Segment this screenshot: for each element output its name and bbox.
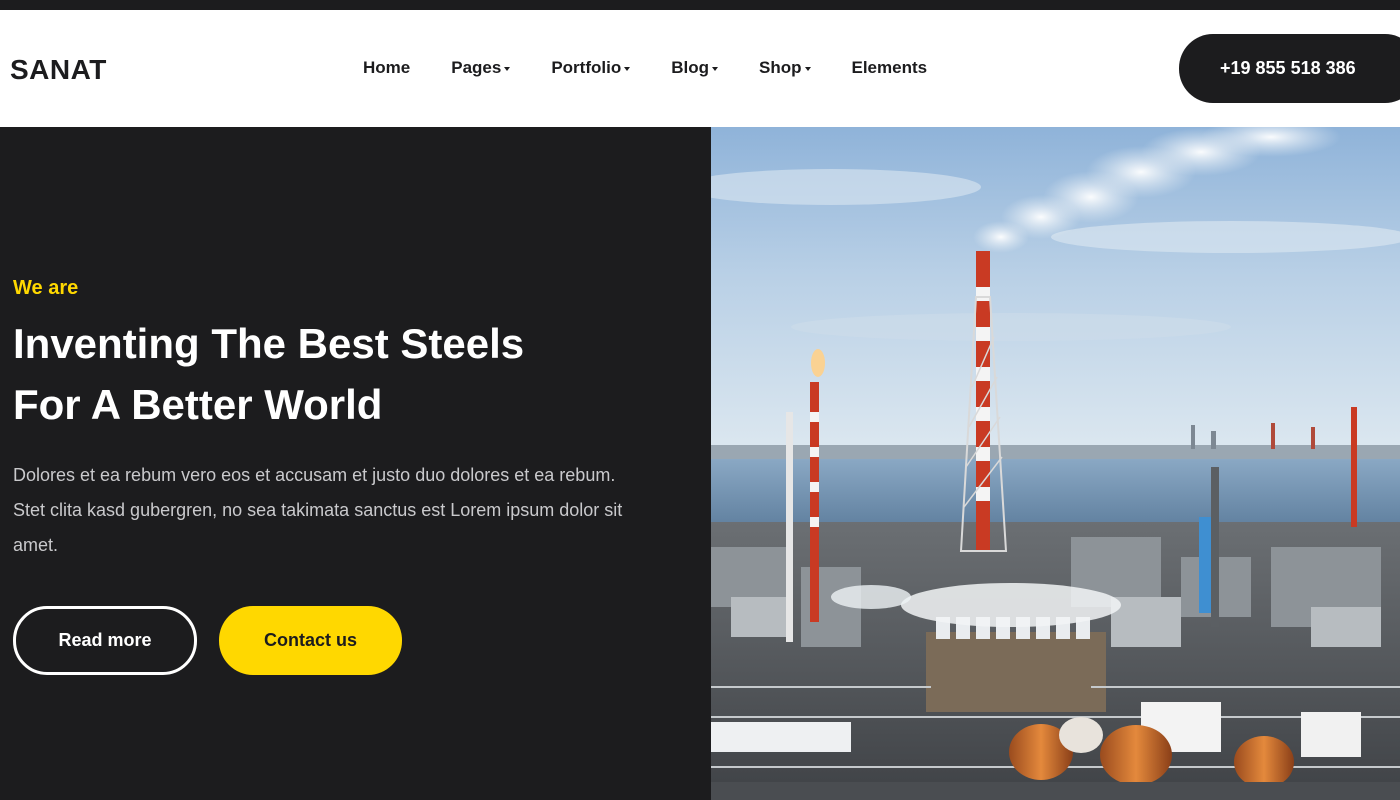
hero-section: We are Inventing The Best Steels For A B… (0, 127, 711, 800)
site-header: SANAT Home Pages Portfolio Blog Shop Ele… (0, 10, 1400, 127)
nav-item-label: Home (363, 58, 411, 77)
industrial-refinery-photo (711, 127, 1400, 800)
nav-item-label: Elements (851, 58, 928, 77)
hero-eyebrow: We are (13, 277, 79, 299)
chevron-down-icon (624, 67, 631, 71)
nav-item-portfolio[interactable]: Portfolio (551, 58, 631, 78)
chevron-down-icon (712, 67, 718, 71)
site-logo[interactable]: SANAT (10, 54, 107, 86)
hero-headline-line-2: For A Better World (13, 381, 383, 428)
read-more-button[interactable]: Read more (13, 606, 197, 675)
hero-description: Dolores et ea rebum vero eos et accusam … (13, 465, 623, 555)
hero-headline: Inventing The Best Steels For A Better W… (13, 313, 633, 435)
nav-item-shop[interactable]: Shop (759, 58, 811, 78)
chevron-down-icon (804, 67, 811, 71)
chevron-down-icon (504, 67, 511, 71)
nav-item-home[interactable]: Home (363, 58, 410, 78)
main-nav: Home Pages Portfolio Blog Shop Elements (363, 58, 927, 78)
nav-item-label: Portfolio (551, 58, 622, 77)
hero-headline-line-1: Inventing The Best Steels (13, 320, 525, 367)
phone-button[interactable]: +19 855 518 386 (1179, 34, 1400, 103)
top-strip (0, 0, 1400, 10)
nav-item-label: Pages (451, 58, 502, 77)
nav-item-label: Shop (759, 58, 802, 77)
nav-item-pages[interactable]: Pages (451, 58, 511, 78)
nav-item-label: Blog (671, 58, 709, 77)
nav-item-blog[interactable]: Blog (671, 58, 718, 78)
nav-item-elements[interactable]: Elements (852, 58, 928, 78)
contact-us-button[interactable]: Contact us (219, 606, 402, 675)
